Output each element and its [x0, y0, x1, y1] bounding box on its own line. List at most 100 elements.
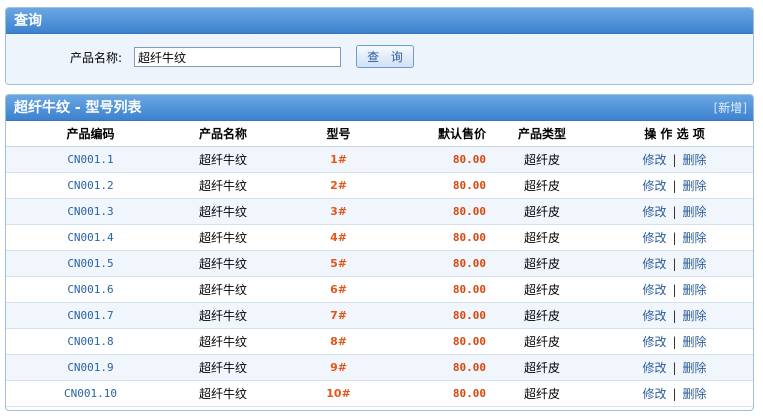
add-new-link[interactable]: [新增]: [714, 95, 747, 121]
delete-link[interactable]: 删除: [683, 361, 707, 375]
delete-link[interactable]: 删除: [683, 153, 707, 167]
delete-link[interactable]: 删除: [683, 283, 707, 297]
cell-product-code: CN001.8: [6, 328, 175, 355]
cell-model: 2#: [271, 172, 406, 199]
cell-product-type: 超纤皮: [488, 172, 596, 199]
delete-link[interactable]: 删除: [683, 231, 707, 245]
cell-operations: 修改 | 删除: [596, 302, 753, 329]
cell-product-code: CN001.5: [6, 250, 175, 277]
delete-link[interactable]: 删除: [683, 179, 707, 193]
column-header-ops: 操 作 选 项: [596, 121, 753, 147]
table-row: CN001.4 超纤牛纹 4# 80.00 超纤皮 修改 | 删除: [6, 224, 753, 251]
cell-model: 7#: [271, 302, 406, 329]
column-header-name: 产品名称: [175, 121, 271, 147]
list-panel-title: 超纤牛纹 - 型号列表: [14, 100, 142, 116]
cell-product-type: 超纤皮: [488, 250, 596, 277]
cell-product-code: CN001.9: [6, 354, 175, 381]
model-list-panel: 超纤牛纹 - 型号列表 [新增] 产品编码 产品名称 型号 默认售价 产品类型 …: [5, 94, 754, 411]
cell-product-name: 超纤牛纹: [175, 146, 271, 173]
ops-separator: |: [672, 360, 677, 375]
cell-default-price: 80.00: [406, 354, 488, 381]
cell-product-name: 超纤牛纹: [175, 224, 271, 251]
ops-separator: |: [672, 282, 677, 297]
cell-default-price: 80.00: [406, 302, 488, 329]
product-name-input[interactable]: [134, 47, 341, 67]
cell-model: 10#: [271, 380, 406, 407]
column-header-type: 产品类型: [488, 121, 596, 147]
cell-product-code: CN001.10: [6, 380, 175, 407]
cell-product-type: 超纤皮: [488, 302, 596, 329]
search-form: 产品名称: 查 询: [6, 34, 753, 84]
delete-link[interactable]: 删除: [683, 257, 707, 271]
ops-separator: |: [672, 334, 677, 349]
cell-model: 6#: [271, 276, 406, 303]
edit-link[interactable]: 修改: [642, 283, 666, 297]
cell-operations: 修改 | 删除: [596, 328, 753, 355]
add-bracket-close: ]: [742, 101, 747, 115]
cell-operations: 修改 | 删除: [596, 250, 753, 277]
cell-product-type: 超纤皮: [488, 198, 596, 225]
cell-product-type: 超纤皮: [488, 380, 596, 407]
cell-product-type: 超纤皮: [488, 146, 596, 173]
cell-default-price: 80.00: [406, 198, 488, 225]
search-panel-title: 查询: [6, 8, 753, 34]
cell-product-name: 超纤牛纹: [175, 380, 271, 407]
table-row: CN001.7 超纤牛纹 7# 80.00 超纤皮 修改 | 删除: [6, 302, 753, 329]
table-header-row: 产品编码 产品名称 型号 默认售价 产品类型 操 作 选 项: [6, 121, 753, 147]
edit-link[interactable]: 修改: [642, 179, 666, 193]
delete-link[interactable]: 删除: [683, 309, 707, 323]
edit-link[interactable]: 修改: [642, 153, 666, 167]
cell-operations: 修改 | 删除: [596, 354, 753, 381]
table-row: CN001.5 超纤牛纹 5# 80.00 超纤皮 修改 | 删除: [6, 250, 753, 277]
model-table: 产品编码 产品名称 型号 默认售价 产品类型 操 作 选 项 CN001.1 超纤…: [6, 121, 753, 407]
cell-product-code: CN001.3: [6, 198, 175, 225]
cell-model: 4#: [271, 224, 406, 251]
search-button[interactable]: 查 询: [356, 45, 414, 68]
edit-link[interactable]: 修改: [642, 231, 666, 245]
edit-link[interactable]: 修改: [642, 387, 666, 401]
cell-product-type: 超纤皮: [488, 224, 596, 251]
list-panel-header: 超纤牛纹 - 型号列表 [新增]: [6, 95, 753, 121]
ops-separator: |: [672, 386, 677, 401]
cell-product-name: 超纤牛纹: [175, 354, 271, 381]
column-header-code: 产品编码: [6, 121, 175, 147]
cell-product-type: 超纤皮: [488, 328, 596, 355]
cell-operations: 修改 | 删除: [596, 380, 753, 407]
add-new-label: 新增: [718, 101, 743, 115]
ops-separator: |: [672, 204, 677, 219]
ops-separator: |: [672, 308, 677, 323]
cell-product-name: 超纤牛纹: [175, 302, 271, 329]
cell-default-price: 80.00: [406, 380, 488, 407]
cell-product-name: 超纤牛纹: [175, 276, 271, 303]
cell-product-code: CN001.2: [6, 172, 175, 199]
cell-model: 1#: [271, 146, 406, 173]
edit-link[interactable]: 修改: [642, 309, 666, 323]
column-header-model: 型号: [271, 121, 406, 147]
table-row: CN001.3 超纤牛纹 3# 80.00 超纤皮 修改 | 删除: [6, 198, 753, 225]
cell-product-name: 超纤牛纹: [175, 250, 271, 277]
cell-product-name: 超纤牛纹: [175, 172, 271, 199]
table-row: CN001.1 超纤牛纹 1# 80.00 超纤皮 修改 | 删除: [6, 146, 753, 173]
table-row: CN001.10 超纤牛纹 10# 80.00 超纤皮 修改 | 删除: [6, 380, 753, 407]
cell-operations: 修改 | 删除: [596, 146, 753, 173]
delete-link[interactable]: 删除: [683, 205, 707, 219]
cell-operations: 修改 | 删除: [596, 198, 753, 225]
column-header-price: 默认售价: [406, 121, 488, 147]
search-panel: 查询 产品名称: 查 询: [5, 7, 754, 85]
edit-link[interactable]: 修改: [642, 361, 666, 375]
ops-separator: |: [672, 256, 677, 271]
delete-link[interactable]: 删除: [683, 335, 707, 349]
cell-model: 5#: [271, 250, 406, 277]
edit-link[interactable]: 修改: [642, 205, 666, 219]
cell-operations: 修改 | 删除: [596, 224, 753, 251]
delete-link[interactable]: 删除: [683, 387, 707, 401]
cell-default-price: 80.00: [406, 224, 488, 251]
cell-operations: 修改 | 删除: [596, 276, 753, 303]
edit-link[interactable]: 修改: [642, 335, 666, 349]
cell-default-price: 80.00: [406, 146, 488, 173]
cell-default-price: 80.00: [406, 328, 488, 355]
edit-link[interactable]: 修改: [642, 257, 666, 271]
cell-model: 3#: [271, 198, 406, 225]
cell-model: 9#: [271, 354, 406, 381]
table-row: CN001.9 超纤牛纹 9# 80.00 超纤皮 修改 | 删除: [6, 354, 753, 381]
